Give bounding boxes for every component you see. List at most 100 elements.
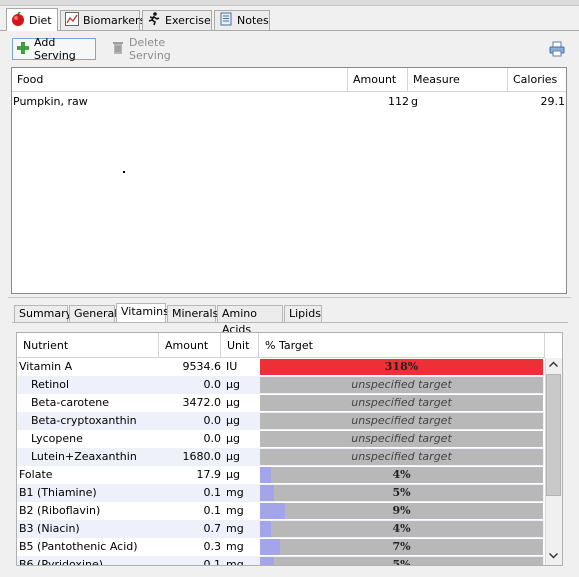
- tab-biomarkers[interactable]: Biomarkers: [60, 10, 145, 30]
- subtab-minerals[interactable]: Minerals: [167, 305, 218, 322]
- target-bar: 318%: [260, 359, 543, 375]
- scrollbar-thumb[interactable]: [546, 374, 561, 496]
- tab-diet[interactable]: Diet: [6, 8, 58, 31]
- target-bar-label: 4%: [392, 468, 411, 481]
- nutrient-unit: µg: [226, 414, 240, 427]
- nutrient-unit: µg: [226, 468, 240, 481]
- window-top-strip: [0, 0, 579, 6]
- target-bar: 5%: [260, 557, 543, 566]
- target-bar-label: unspecified target: [351, 396, 452, 409]
- subtab-divider: [12, 322, 568, 323]
- split-divider[interactable]: [8, 297, 571, 298]
- nutrient-row[interactable]: Vitamin A 9534.6 IU 318%: [17, 358, 544, 376]
- nutrient-name: Beta-carotene: [31, 396, 109, 409]
- nutrient-unit: µg: [226, 432, 240, 445]
- chart-icon: [65, 12, 79, 29]
- nutrient-name: Beta-cryptoxanthin: [31, 414, 137, 427]
- target-bar: 4%: [260, 521, 543, 537]
- nutrient-unit: mg: [226, 504, 244, 517]
- target-bar-label: unspecified target: [351, 378, 452, 391]
- subtab-vitamins[interactable]: Vitamins: [116, 303, 169, 323]
- nutrient-name: B5 (Pantothenic Acid): [19, 540, 138, 553]
- nutrient-name: B3 (Niacin): [19, 522, 80, 535]
- target-bar: unspecified target: [260, 377, 543, 393]
- nutrient-amount: 17.9: [196, 468, 222, 481]
- nutrient-amount-column-header[interactable]: Amount: [159, 333, 221, 358]
- nutrient-row[interactable]: B2 (Riboflavin) 0.1 mg 9%: [17, 502, 544, 520]
- target-bar: 7%: [260, 539, 543, 555]
- target-bar: 5%: [260, 485, 543, 501]
- tab-label: Biomarkers: [83, 14, 146, 27]
- nutrient-unit: µg: [226, 378, 240, 391]
- print-icon[interactable]: [549, 41, 565, 57]
- nutrient-row[interactable]: Retinol 0.0 µg unspecified target: [17, 376, 544, 394]
- nutrient-name: B6 (Pyridoxine): [19, 558, 104, 566]
- nutrient-row[interactable]: Lycopene 0.0 µg unspecified target: [17, 430, 544, 448]
- nutrient-column-header[interactable]: Nutrient: [17, 333, 159, 358]
- measure-column-header[interactable]: Measure: [408, 68, 508, 92]
- scroll-down-arrow[interactable]: [548, 550, 559, 564]
- trash-icon: [112, 41, 124, 57]
- nutrient-amount: 0.1: [203, 558, 222, 566]
- nutrient-unit: mg: [226, 486, 244, 499]
- food-name-cell[interactable]: Pumpkin, raw: [13, 95, 88, 109]
- nutrient-table: Nutrient Amount Unit % Target Vitamin A 9…: [16, 332, 563, 566]
- nutrient-row[interactable]: B5 (Pantothenic Acid) 0.3 mg 7%: [17, 538, 544, 556]
- amount-column-header[interactable]: Amount: [348, 68, 408, 92]
- scroll-up-arrow[interactable]: [548, 359, 559, 373]
- target-bar: unspecified target: [260, 431, 543, 447]
- nutrient-name: Lycopene: [31, 432, 83, 445]
- nutrient-name: Vitamin A: [19, 360, 73, 373]
- target-bar-label: unspecified target: [351, 450, 452, 463]
- target-bar-label: 5%: [392, 558, 411, 566]
- unit-column-header[interactable]: Unit: [221, 333, 259, 358]
- subtab-general[interactable]: General: [69, 305, 117, 322]
- target-bar: unspecified target: [260, 413, 543, 429]
- target-bar-label: 4%: [392, 522, 411, 535]
- nutrient-row[interactable]: B3 (Niacin) 0.7 mg 4%: [17, 520, 544, 538]
- target-bar-label: unspecified target: [351, 432, 452, 445]
- subtab-lipids[interactable]: Lipids: [284, 305, 322, 322]
- add-serving-label: Add Serving: [34, 36, 76, 62]
- nutrient-amount: 0.0: [203, 414, 222, 427]
- nutrient-amount: 0.0: [203, 378, 222, 391]
- nutrient-name: Lutein+Zeaxanthin: [31, 450, 137, 463]
- add-serving-button[interactable]: Add Serving: [12, 36, 96, 62]
- nutrient-row[interactable]: B6 (Pyridoxine) 0.1 mg 5%: [17, 556, 544, 566]
- tab-label: Notes: [237, 14, 269, 27]
- subtab-amino-acids[interactable]: Amino Acids: [217, 305, 283, 336]
- food-table: Food Amount Measure Calories Pumpkin, ra…: [11, 67, 567, 294]
- target-column-header[interactable]: % Target: [259, 333, 545, 358]
- nutrient-row[interactable]: Beta-carotene 3472.0 µg unspecified target: [17, 394, 544, 412]
- nutrient-unit: IU: [226, 360, 238, 373]
- delete-serving-button[interactable]: Delete Serving: [108, 36, 206, 62]
- target-bar-label: 9%: [392, 504, 411, 517]
- cursor-dot: [123, 171, 125, 173]
- nutrient-row[interactable]: Lutein+Zeaxanthin 1680.0 µg unspecified tar…: [17, 448, 544, 466]
- tab-notes[interactable]: Notes: [214, 10, 270, 30]
- delete-serving-label: Delete Serving: [129, 36, 171, 62]
- nutrient-unit: mg: [226, 522, 244, 535]
- target-bar-label: 5%: [392, 486, 411, 499]
- food-column-header[interactable]: Food: [12, 68, 348, 92]
- nutrient-amount: 0.3: [203, 540, 222, 553]
- nutrient-amount: 3472.0: [182, 396, 222, 409]
- food-amount-cell[interactable]: 112: [348, 95, 409, 109]
- nutrient-unit: µg: [226, 396, 240, 409]
- nutrient-row[interactable]: B1 (Thiamine) 0.1 mg 5%: [17, 484, 544, 502]
- calories-column-header[interactable]: Calories: [508, 68, 566, 92]
- food-measure-cell[interactable]: g: [411, 95, 418, 109]
- subtab-summary[interactable]: Summary: [14, 305, 72, 322]
- tab-exercise[interactable]: Exercise: [142, 10, 212, 30]
- food-calories-cell[interactable]: 29.1: [508, 95, 566, 109]
- nutrient-unit: µg: [226, 450, 240, 463]
- target-bar-label: unspecified target: [351, 414, 452, 427]
- nutrient-amount: 1680.0: [182, 450, 222, 463]
- tab-label: Exercise: [165, 14, 211, 27]
- nutrient-name: B1 (Thiamine): [19, 486, 97, 499]
- nutrient-row[interactable]: Folate 17.9 µg 4%: [17, 466, 544, 484]
- nutrient-amount: 0.1: [203, 486, 222, 499]
- apple-icon: [11, 10, 25, 29]
- nutrient-row[interactable]: Beta-cryptoxanthin 0.0 µg unspecified targe…: [17, 412, 544, 430]
- nutrient-unit: mg: [226, 540, 244, 553]
